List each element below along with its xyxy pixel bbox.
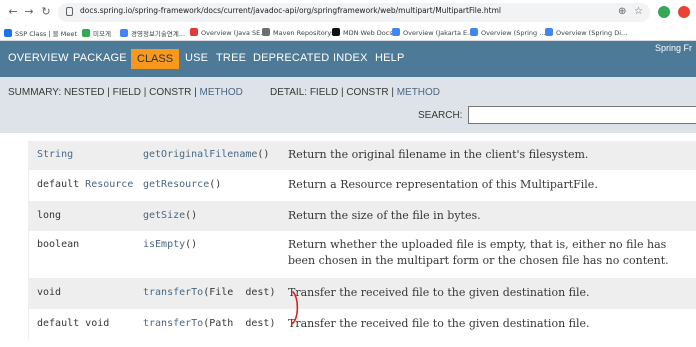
bookmark-favicon xyxy=(4,29,12,37)
brand-label: Spring Fr xyxy=(654,43,692,53)
table-row: void transferTo(File dest) Transfer the … xyxy=(28,278,696,309)
table-row: default Resource getResource() Return a … xyxy=(28,170,696,201)
method-link[interactable]: getResource() xyxy=(143,179,221,190)
bookmark-favicon xyxy=(470,28,478,36)
bookmark-item[interactable]: Overview (Spring Di... xyxy=(545,28,627,38)
method-summary-table: String getOriginalFilename() Return the … xyxy=(28,141,696,339)
return-type: void xyxy=(37,287,62,298)
bookmark-item[interactable]: MDN Web Docs xyxy=(332,28,393,38)
detail-prefix[interactable]: DETAIL: FIELD | CONSTR | xyxy=(270,87,397,98)
method-description: Return the original filename in the clie… xyxy=(288,148,589,161)
bookmark-favicon xyxy=(120,29,128,37)
bookmark-favicon xyxy=(262,28,270,36)
return-type: default void xyxy=(37,318,110,329)
bookmark-favicon xyxy=(392,28,400,36)
search-input[interactable] xyxy=(468,106,696,124)
nav-help[interactable]: HELP xyxy=(375,52,405,64)
method-description: Return whether the uploaded file is empt… xyxy=(288,238,669,267)
address-bar-row: ← → ↻ docs.spring.io/spring-framework/do… xyxy=(0,0,696,25)
bookmark-item[interactable]: Maven Repository:... xyxy=(262,28,339,38)
return-type: String xyxy=(37,149,73,160)
summary-prefix[interactable]: SUMMARY: NESTED | FIELD | CONSTR | xyxy=(8,87,200,98)
address-bar[interactable]: docs.spring.io/spring-framework/docs/cur… xyxy=(58,3,650,22)
nav-class-active[interactable]: CLASS xyxy=(131,49,180,69)
javadoc-sub-nav: SUMMARY: NESTED | FIELD | CONSTR | METHO… xyxy=(0,77,696,199)
method-description: Return a Resource representation of this… xyxy=(288,178,598,191)
reload-icon[interactable]: ↻ xyxy=(39,5,53,19)
search-label: SEARCH: xyxy=(418,110,463,121)
bookmark-favicon xyxy=(190,28,198,36)
forward-icon[interactable]: → xyxy=(22,5,36,19)
nav-index[interactable]: INDEX xyxy=(333,52,368,64)
type-link[interactable]: Resource xyxy=(85,179,133,190)
detail-links: DETAIL: FIELD | CONSTR | METHOD xyxy=(270,87,440,98)
table-row: default void transferTo(Path dest) Trans… xyxy=(28,309,696,339)
bookmark-item[interactable]: 경영정보기술연계... xyxy=(120,28,185,38)
summary-method-link[interactable]: METHOD xyxy=(200,87,243,98)
method-link[interactable]: transferTo(File dest) xyxy=(143,287,275,298)
bookmark-star-icon[interactable]: ☆ xyxy=(634,6,643,17)
bookmark-item[interactable]: Overview (Jakarta E... xyxy=(392,28,473,38)
red-annotation-mark xyxy=(291,291,299,325)
back-icon[interactable]: ← xyxy=(6,5,20,19)
return-type: long xyxy=(37,210,62,221)
browser-chrome: ← → ↻ docs.spring.io/spring-framework/do… xyxy=(0,0,696,41)
nav-use[interactable]: USE xyxy=(185,52,208,64)
bookmarks-bar: SSP Class | 블 Meet 미모게 경영정보기술연계... Overv… xyxy=(0,25,696,41)
extension-icon[interactable] xyxy=(678,6,690,18)
extension-shield-icon[interactable] xyxy=(658,6,670,18)
return-type: boolean xyxy=(37,239,80,250)
bookmark-favicon xyxy=(545,28,553,36)
method-link[interactable]: getOriginalFilename() xyxy=(143,149,269,160)
detail-method-link[interactable]: METHOD xyxy=(397,87,440,98)
url-text[interactable]: docs.spring.io/spring-framework/docs/cur… xyxy=(80,6,501,15)
bookmark-favicon xyxy=(82,29,90,37)
table-row: long getSize() Return the size of the fi… xyxy=(28,201,696,231)
table-row: String getOriginalFilename() Return the … xyxy=(28,141,696,170)
bookmark-item[interactable]: Overview (Java SE... xyxy=(190,28,266,38)
table-row: boolean isEmpty() Return whether the upl… xyxy=(28,231,696,278)
summary-links: SUMMARY: NESTED | FIELD | CONSTR | METHO… xyxy=(8,87,243,98)
bookmark-favicon xyxy=(332,28,340,36)
method-link[interactable]: isEmpty() xyxy=(143,239,197,250)
nav-deprecated[interactable]: DEPRECATED xyxy=(253,52,329,64)
method-link[interactable]: transferTo(Path dest) xyxy=(143,318,275,329)
zoom-icon[interactable]: ⊕ xyxy=(618,6,626,17)
method-description: Transfer the received file to the given … xyxy=(288,286,590,299)
lock-icon[interactable] xyxy=(66,7,73,16)
javadoc-top-nav: OVERVIEW PACKAGE CLASS USE TREE DEPRECAT… xyxy=(0,41,696,77)
bookmark-item[interactable]: SSP Class | 블 Meet xyxy=(4,28,77,38)
nav-tree[interactable]: TREE xyxy=(216,52,246,64)
nav-package[interactable]: PACKAGE xyxy=(73,52,127,64)
bookmark-item[interactable]: Overview (Spring ... xyxy=(470,28,545,38)
method-link[interactable]: getSize() xyxy=(143,210,197,221)
bookmark-item[interactable]: 미모게 xyxy=(82,28,111,38)
method-description: Transfer the received file to the given … xyxy=(288,317,590,330)
return-type: default Resource xyxy=(37,179,134,190)
nav-overview[interactable]: OVERVIEW xyxy=(8,52,69,64)
type-link[interactable]: String xyxy=(37,149,73,160)
method-description: Return the size of the file in bytes. xyxy=(288,209,481,222)
